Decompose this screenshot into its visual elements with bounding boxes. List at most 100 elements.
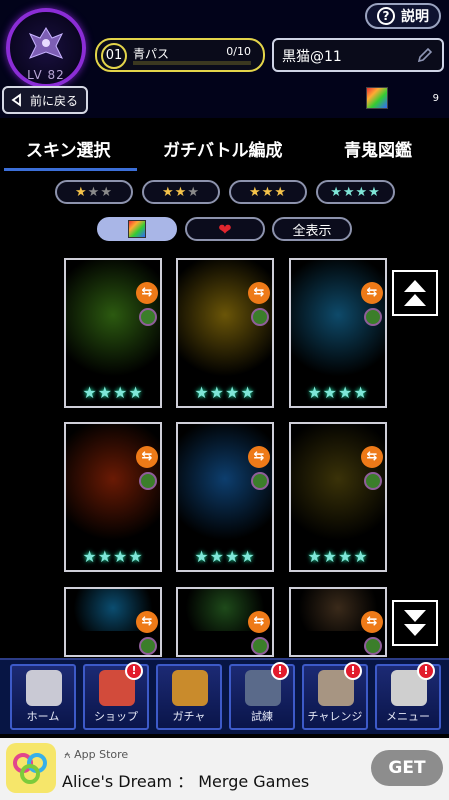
pass-name: 青パス: [133, 47, 170, 61]
filter-1-star[interactable]: ★ ★★: [55, 180, 133, 204]
star-icon: ★★★★: [330, 184, 381, 200]
player-avatar[interactable]: LV 82: [6, 8, 86, 88]
skin-card[interactable]: ⇆ ★★★★: [289, 422, 387, 572]
swap-badge-icon: ⇆: [361, 446, 383, 468]
pass-progress-bar: [133, 61, 251, 65]
mini-avatar-icon: [251, 637, 269, 655]
nav-gacha-button[interactable]: ガチャ: [156, 664, 222, 730]
swap-badge-icon: ⇆: [361, 611, 383, 633]
top-bar: LV 82 ? 説明 01 青パス 0/10 黒猫@11 前に戻る 9: [0, 0, 449, 118]
alert-badge-icon: !: [125, 662, 143, 680]
star-icon: ★: [75, 184, 88, 200]
card-stars: ★★★★: [194, 383, 256, 402]
skin-card[interactable]: ⇆: [289, 587, 387, 657]
nav-trial-button[interactable]: 試練!: [229, 662, 295, 730]
swap-badge-icon: ⇆: [136, 611, 158, 633]
scroll-down-button[interactable]: [392, 600, 438, 646]
filter-heart-type[interactable]: ❤: [185, 217, 265, 241]
tab-gachi-battle[interactable]: ガチバトル編成: [163, 136, 283, 161]
star-icon: ★★: [87, 184, 113, 200]
battle-pass[interactable]: 01 青パス 0/10: [95, 38, 265, 72]
alert-badge-icon: !: [344, 662, 362, 680]
filter-4-star[interactable]: ★★★★: [316, 180, 395, 204]
ad-banner[interactable]: ⍲ App Store Alice's Dream ： Merge Games …: [0, 738, 449, 800]
card-stars: ★★★★: [307, 383, 369, 402]
mini-avatar-icon: [139, 637, 157, 655]
ad-store-label: App Store: [74, 748, 129, 761]
gacha-icon: [172, 670, 208, 706]
back-button[interactable]: 前に戻る: [2, 86, 88, 114]
card-stars: ★★★★: [82, 383, 144, 402]
filter-3-star[interactable]: ★★★: [229, 180, 307, 204]
nav-challenge-button[interactable]: チャレンジ!: [302, 662, 368, 730]
player-name-field[interactable]: 黒猫@11: [272, 38, 444, 72]
star-icon: ★★: [162, 184, 188, 200]
show-all-label: 全表示: [292, 223, 332, 239]
skin-card[interactable]: ⇆ ★★★★: [64, 258, 162, 408]
skin-card[interactable]: ⇆: [176, 587, 274, 657]
nav-label: メニュー: [386, 710, 430, 723]
filter-skin-type[interactable]: [97, 217, 177, 241]
app-store-icon: ⍲: [64, 748, 75, 761]
player-name: 黒猫@11: [282, 49, 342, 65]
scroll-up-button[interactable]: [392, 270, 438, 316]
swap-badge-icon: ⇆: [248, 611, 270, 633]
tab-aooni-encyclopedia[interactable]: 青鬼図鑑: [344, 136, 412, 161]
nav-home-button[interactable]: ホーム: [10, 664, 76, 730]
filter-2-star[interactable]: ★★ ★: [142, 180, 220, 204]
ad-store: ⍲ App Store: [64, 748, 128, 762]
pass-number: 01: [101, 43, 127, 69]
card-stars: ★★★★: [194, 547, 256, 566]
alert-badge-icon: !: [271, 662, 289, 680]
ad-get-button[interactable]: GET: [371, 750, 443, 786]
demon-emblem-icon: [28, 27, 64, 59]
card-stars: ★★★★: [82, 547, 144, 566]
card-stars: ★★★★: [307, 547, 369, 566]
skin-card[interactable]: ⇆ ★★★★: [289, 258, 387, 408]
pass-progress-text: 0/10: [226, 45, 251, 58]
skin-icon: [128, 220, 146, 238]
double-up-arrow-icon: [404, 280, 426, 306]
nav-label: ホーム: [26, 710, 60, 723]
nav-menu-button[interactable]: メニュー!: [375, 662, 441, 730]
player-level: LV 82: [27, 68, 65, 82]
alert-badge-icon: !: [417, 662, 435, 680]
help-button[interactable]: ? 説明: [365, 3, 441, 29]
swap-badge-icon: ⇆: [136, 282, 158, 304]
help-label: 説明: [401, 9, 429, 25]
swap-badge-icon: ⇆: [248, 282, 270, 304]
bottom-nav: ホーム ショップ! ガチャ 試練! チャレンジ! メニュー!: [0, 658, 449, 734]
nav-label: 試練: [251, 710, 273, 723]
pencil-icon[interactable]: [416, 46, 434, 64]
nav-label: ガチャ: [172, 710, 206, 723]
home-icon: [26, 670, 62, 706]
mini-avatar-icon: [364, 472, 382, 490]
mini-avatar-icon: [251, 308, 269, 326]
item-icon[interactable]: [366, 87, 388, 109]
active-tab-indicator: [4, 168, 137, 171]
mini-avatar-icon: [139, 472, 157, 490]
skin-card[interactable]: ⇆ ★★★★: [64, 422, 162, 572]
mini-avatar-icon: [139, 308, 157, 326]
rings-icon: [13, 753, 47, 784]
skin-card[interactable]: ⇆ ★★★★: [176, 422, 274, 572]
tab-skin-select[interactable]: スキン選択: [26, 136, 111, 161]
star-icon: ★★★: [249, 184, 287, 200]
swap-badge-icon: ⇆: [248, 446, 270, 468]
question-icon: ?: [377, 7, 395, 25]
double-down-arrow-icon: [404, 610, 426, 636]
back-label: 前に戻る: [30, 93, 79, 108]
item-count: 9: [432, 93, 439, 104]
swap-badge-icon: ⇆: [361, 282, 383, 304]
back-arrow-icon: [11, 93, 21, 107]
ad-title: Alice's Dream ： Merge Games: [62, 772, 310, 791]
mini-avatar-icon: [364, 637, 382, 655]
swap-badge-icon: ⇆: [136, 446, 158, 468]
skin-card[interactable]: ⇆ ★★★★: [176, 258, 274, 408]
heart-icon: ❤: [218, 219, 232, 239]
skin-card[interactable]: ⇆: [64, 587, 162, 657]
mini-avatar-icon: [251, 472, 269, 490]
filter-show-all[interactable]: 全表示: [272, 217, 352, 241]
nav-shop-button[interactable]: ショップ!: [83, 662, 149, 730]
tab-bar: スキン選択 ガチバトル編成 青鬼図鑑: [0, 130, 449, 171]
